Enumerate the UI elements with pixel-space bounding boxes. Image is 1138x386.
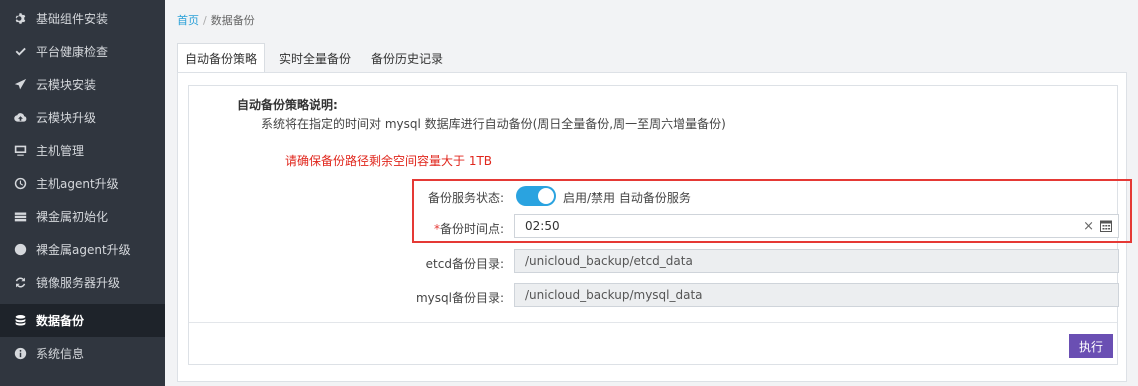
sidebar-item-label: 镜像服务器升级 [36, 276, 121, 290]
breadcrumb-separator: / [203, 14, 207, 27]
sidebar: 基础组件安装 平台健康检查 云模块安装 云模块升级 主机管理 主机agent升级… [0, 0, 165, 386]
divider [189, 322, 1117, 323]
toggle-knob [538, 188, 554, 204]
sidebar-item-cloud-upgrade[interactable]: 云模块升级 [0, 101, 165, 134]
backup-time-input[interactable]: 02:50 × [514, 214, 1119, 238]
mysql-dir-value: /unicloud_backup/mysql_data [525, 288, 703, 302]
clear-icon[interactable]: × [1083, 219, 1094, 234]
sidebar-item-label: 裸金属agent升级 [36, 243, 131, 257]
refresh-icon [13, 276, 27, 290]
sidebar-item-cloud-install[interactable]: 云模块安装 [0, 68, 165, 101]
check-icon [13, 45, 27, 59]
backup-service-toggle[interactable] [516, 186, 556, 206]
etcd-dir-input: /unicloud_backup/etcd_data [514, 249, 1119, 273]
arrow-circle-up-icon [13, 243, 27, 257]
sidebar-item-data-backup[interactable]: 数据备份 [0, 304, 165, 337]
mysql-dir-label: mysql备份目录: [415, 291, 504, 305]
etcd-dir-value: /unicloud_backup/etcd_data [525, 254, 693, 268]
sidebar-item-label: 主机管理 [36, 144, 85, 158]
execute-button[interactable]: 执行 [1069, 334, 1113, 358]
sidebar-item-health-check[interactable]: 平台健康检查 [0, 35, 165, 68]
tab-realtime-full-backup[interactable]: 实时全量备份 [271, 43, 359, 73]
breadcrumb: 首页 / 数据备份 [177, 12, 255, 28]
sidebar-item-label: 云模块升级 [36, 111, 97, 125]
gear-icon [13, 12, 27, 26]
breadcrumb-current: 数据备份 [210, 14, 255, 27]
sidebar-item-baremetal-init[interactable]: 裸金属初始化 [0, 200, 165, 233]
sidebar-item-label: 数据备份 [36, 314, 85, 328]
tab-content: 自动备份策略说明: 系统将在指定的时间对 mysql 数据库进行自动备份(周日全… [177, 72, 1132, 382]
send-icon [13, 78, 27, 92]
backup-policy-panel: 自动备份策略说明: 系统将在指定的时间对 mysql 数据库进行自动备份(周日全… [188, 85, 1132, 365]
sidebar-item-image-server-upgrade[interactable]: 镜像服务器升级 [0, 266, 165, 299]
policy-description: 系统将在指定的时间对 mysql 数据库进行自动备份(周日全量备份,周一至周六增… [261, 117, 726, 131]
sidebar-item-label: 裸金属初始化 [36, 210, 109, 224]
calendar-icon[interactable] [1100, 220, 1112, 232]
backup-time-value: 02:50 [525, 219, 560, 233]
mysql-dir-input: /unicloud_backup/mysql_data [514, 283, 1119, 307]
sidebar-item-system-info[interactable]: 系统信息 [0, 337, 165, 370]
sidebar-item-label: 云模块安装 [36, 78, 97, 92]
tab-backup-history[interactable]: 备份历史记录 [363, 43, 451, 73]
toggle-description: 启用/禁用 自动备份服务 [563, 191, 691, 205]
sidebar-item-host-management[interactable]: 主机管理 [0, 134, 165, 167]
info-icon [13, 347, 27, 361]
backup-time-label-text: 备份时间点: [439, 222, 504, 236]
capacity-warning: 请确保备份路径剩余空间容量大于 1TB [285, 154, 493, 168]
sidebar-item-label: 系统信息 [36, 347, 85, 361]
main-content: 首页 / 数据备份 自动备份策略 实时全量备份 备份历史记录 自动备份策略说明: 系… [165, 0, 1138, 386]
cloud-upload-icon [13, 111, 27, 125]
backup-status-label: 备份服务状态: [427, 191, 504, 205]
policy-title: 自动备份策略说明: [237, 98, 338, 112]
backup-time-label: *备份时间点: [324, 220, 504, 237]
sidebar-item-label: 主机agent升级 [36, 177, 119, 191]
monitor-icon [13, 144, 27, 158]
server-icon [13, 210, 27, 224]
etcd-dir-label: etcd备份目录: [425, 257, 504, 271]
database-icon [13, 314, 27, 328]
tab-auto-backup-policy[interactable]: 自动备份策略 [177, 43, 265, 73]
sidebar-item-label: 基础组件安装 [36, 12, 109, 26]
sidebar-item-basic-components[interactable]: 基础组件安装 [0, 2, 165, 35]
sidebar-item-label: 平台健康检查 [36, 45, 109, 59]
sidebar-item-host-agent-upgrade[interactable]: 主机agent升级 [0, 167, 165, 200]
sidebar-item-baremetal-agent-upgrade[interactable]: 裸金属agent升级 [0, 233, 165, 266]
clock-icon [13, 177, 27, 191]
breadcrumb-home-link[interactable]: 首页 [177, 14, 199, 27]
